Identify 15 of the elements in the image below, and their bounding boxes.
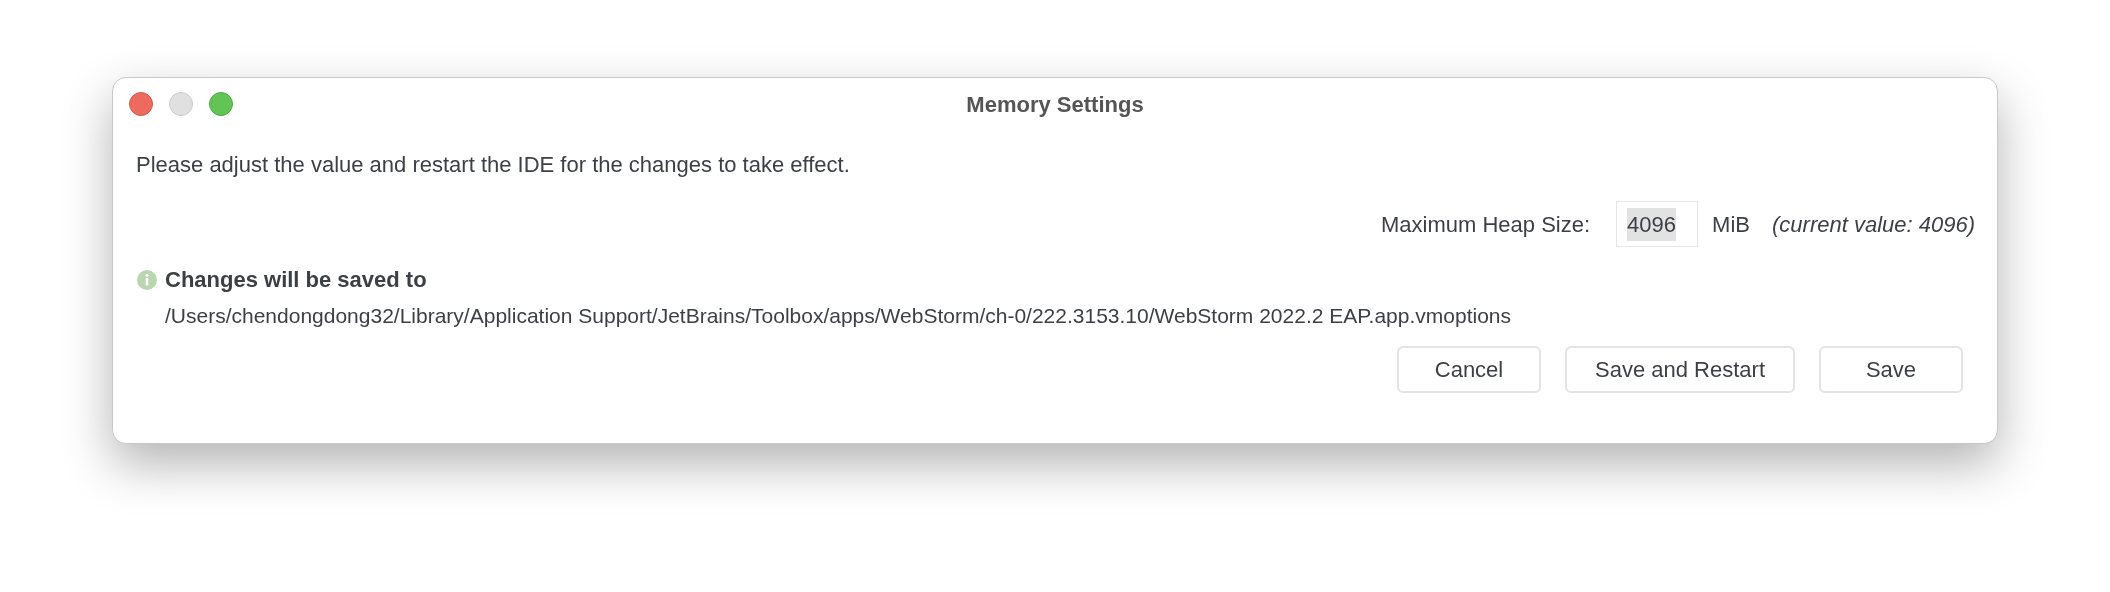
dialog-button[interactable]: Cancel (1397, 345, 1541, 393)
notice-title: Changes will be saved to (165, 266, 427, 294)
window-title: Memory Settings (966, 90, 1144, 119)
current-value-text: (current value: 4096) (1772, 210, 1975, 239)
heap-size-field[interactable]: 4096 (1616, 201, 1699, 247)
minimize-window-button[interactable] (169, 92, 193, 116)
dialog-button[interactable]: Save (1819, 345, 1963, 393)
info-icon (137, 269, 157, 290)
zoom-window-button[interactable] (209, 92, 233, 116)
instruction-text: Please adjust the value and restart the IDE for the changes to take effect. (136, 151, 851, 179)
dialog-button[interactable]: Save and Restart (1565, 345, 1795, 393)
close-window-button[interactable] (129, 92, 153, 116)
heap-size-label: Maximum Heap Size: (1381, 210, 1591, 239)
unit-label: MiB (1712, 210, 1750, 239)
file-path: /Users/chendongdong32/Library/Application Support/JetBrains/Toolbox/apps/WebStorm/ch-0/222.3153.10/WebStorm 2022.2 EAP.app.vmoptions (165, 303, 1512, 329)
